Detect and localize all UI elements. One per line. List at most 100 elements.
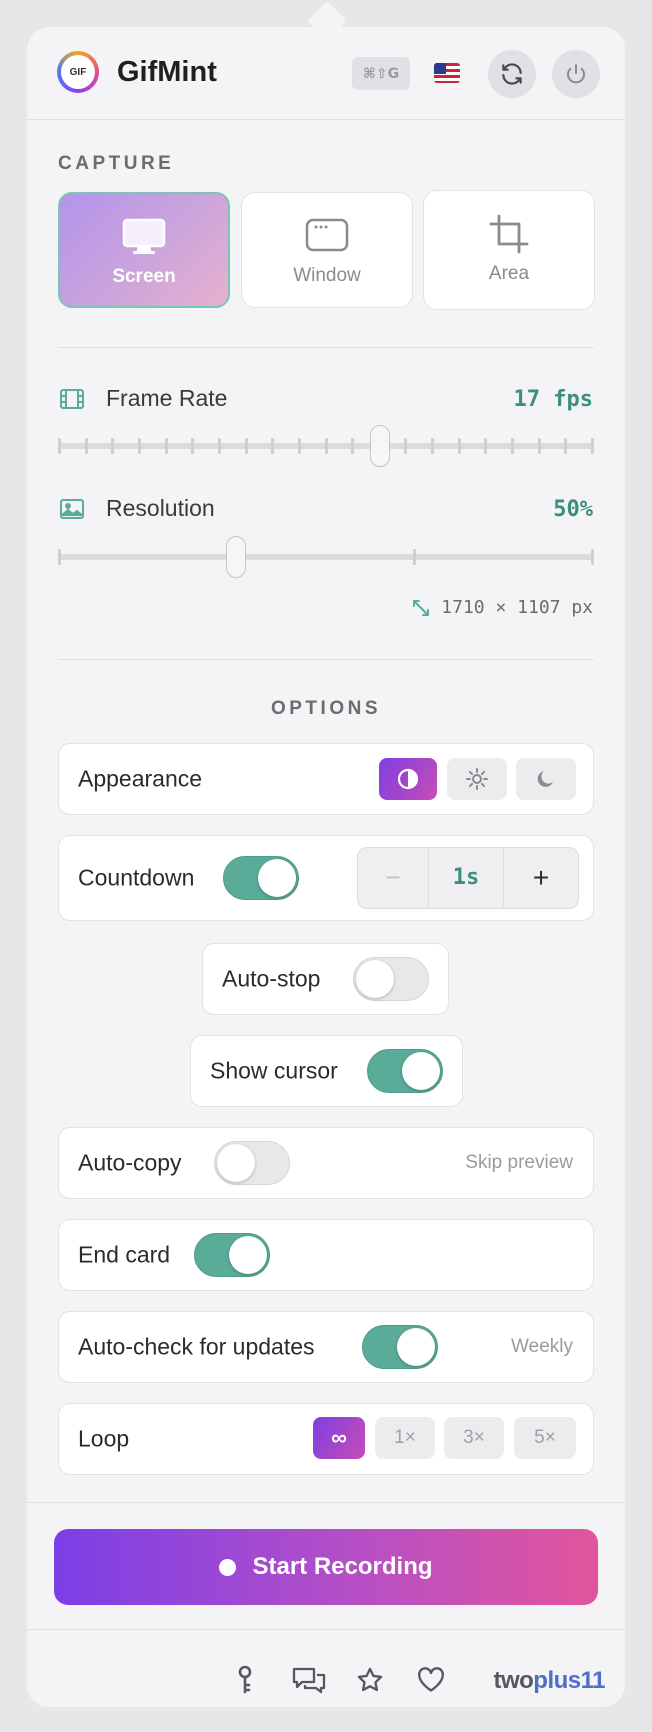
slider-tick	[84, 438, 88, 454]
auto-stop-row: Auto-stop	[202, 943, 449, 1015]
capture-screen-button[interactable]: Screen	[58, 192, 230, 308]
appearance-dark-button[interactable]	[516, 758, 576, 800]
frame-rate-label: Frame Rate	[106, 385, 228, 411]
toggle-knob	[258, 859, 296, 897]
frame-rate-slider[interactable]	[58, 425, 594, 467]
divider	[27, 1502, 625, 1503]
slider-tick	[164, 438, 168, 454]
options-section-label: OPTIONS	[270, 698, 381, 719]
logo-text: GIF	[61, 55, 95, 89]
skip-preview-hint: Skip preview	[465, 1152, 573, 1173]
loop-row: Loop ∞ 1× 3× 5×	[58, 1403, 594, 1475]
show-cursor-row: Show cursor	[190, 1035, 463, 1107]
us-flag-icon[interactable]	[434, 63, 460, 83]
contrast-icon	[397, 768, 419, 790]
show-cursor-toggle[interactable]	[367, 1049, 443, 1093]
resolution-value: 50%	[553, 497, 593, 522]
shortcut-badge[interactable]: ⌘⇧G	[352, 57, 410, 90]
auto-stop-label: Auto-stop	[222, 965, 321, 992]
app-logo: GIF	[57, 51, 99, 93]
frame-rate-slider-thumb[interactable]	[369, 425, 390, 467]
slider-tick	[111, 438, 115, 454]
auto-stop-toggle[interactable]	[353, 957, 429, 1001]
slider-tick	[58, 438, 61, 454]
toggle-knob	[397, 1328, 435, 1366]
film-icon	[60, 389, 84, 409]
chat-icon[interactable]	[291, 1665, 327, 1695]
auto-update-row: Auto-check for updates Weekly	[58, 1311, 594, 1383]
app-title: GifMint	[117, 56, 217, 88]
capture-window-label: Window	[293, 265, 361, 286]
divider	[27, 1629, 625, 1630]
power-button[interactable]	[552, 50, 600, 98]
start-recording-label: Start Recording	[252, 1553, 433, 1580]
capture-area-button[interactable]: Area	[423, 190, 595, 310]
slider-tick	[191, 438, 195, 454]
loop-5x-button[interactable]: 5×	[514, 1417, 576, 1459]
slider-tick	[511, 438, 515, 454]
toggle-knob	[229, 1236, 267, 1274]
countdown-toggle[interactable]	[223, 856, 299, 900]
slider-tick	[137, 438, 141, 454]
loop-3x-button[interactable]: 3×	[444, 1417, 504, 1459]
appearance-auto-button[interactable]	[379, 758, 437, 800]
capture-screen-label: Screen	[112, 266, 176, 287]
countdown-value: 1s	[428, 848, 504, 907]
capture-window-button[interactable]: Window	[241, 192, 413, 308]
output-dimensions: 1710 × 1107 px	[411, 597, 593, 618]
countdown-increment-button[interactable]: +	[504, 848, 578, 907]
moon-icon	[537, 771, 553, 787]
monitor-icon	[122, 218, 166, 256]
brand-logo[interactable]: twoplus11	[493, 1667, 605, 1695]
refresh-icon	[502, 63, 522, 85]
loop-label: Loop	[78, 1425, 130, 1452]
power-icon	[567, 64, 585, 84]
slider-tick	[457, 438, 461, 454]
window-icon	[305, 217, 349, 255]
end-card-toggle[interactable]	[194, 1233, 270, 1277]
auto-copy-toggle[interactable]	[214, 1141, 290, 1185]
slider-tick	[351, 438, 355, 454]
slider-tick	[591, 438, 594, 454]
slider-tick	[591, 549, 594, 565]
auto-copy-row: Auto-copy Skip preview	[58, 1127, 594, 1199]
capture-section-label: CAPTURE	[58, 153, 175, 174]
crop-icon	[489, 214, 529, 254]
countdown-decrement-button[interactable]: −	[358, 848, 428, 907]
slider-tick	[564, 438, 568, 454]
end-card-row: End card	[58, 1219, 594, 1291]
loop-infinite-button[interactable]: ∞	[313, 1417, 365, 1459]
toggle-knob	[402, 1052, 440, 1090]
toggle-knob	[356, 960, 394, 998]
image-icon	[60, 499, 84, 519]
auto-update-toggle[interactable]	[362, 1325, 438, 1369]
brand-prefix: two	[493, 1667, 534, 1694]
star-icon[interactable]	[355, 1665, 385, 1695]
resolution-slider-thumb[interactable]	[226, 536, 247, 578]
refresh-button[interactable]	[488, 50, 536, 98]
divider	[58, 659, 594, 660]
heart-icon[interactable]	[416, 1665, 446, 1695]
show-cursor-label: Show cursor	[210, 1057, 338, 1084]
brand-highlight: plus11	[533, 1667, 605, 1694]
record-dot-icon	[219, 1558, 237, 1576]
capture-area-label: Area	[488, 263, 530, 284]
auto-copy-label: Auto-copy	[78, 1149, 182, 1176]
resolution-slider[interactable]	[58, 536, 594, 578]
slider-tick	[217, 438, 221, 454]
loop-1x-button[interactable]: 1×	[375, 1417, 435, 1459]
key-icon[interactable]	[230, 1665, 260, 1695]
appearance-label: Appearance	[78, 765, 203, 792]
slider-tick	[271, 438, 275, 454]
slider-tick	[484, 438, 488, 454]
resolution-label: Resolution	[106, 495, 215, 521]
resize-icon	[413, 599, 430, 616]
appearance-light-button[interactable]	[447, 758, 507, 800]
slider-tick	[413, 549, 417, 565]
slider-tick	[404, 438, 408, 454]
end-card-label: End card	[78, 1241, 171, 1268]
slider-tick	[324, 438, 328, 454]
start-recording-button[interactable]: Start Recording	[54, 1529, 598, 1605]
appearance-row: Appearance	[58, 743, 594, 815]
slider-tick	[431, 438, 435, 454]
